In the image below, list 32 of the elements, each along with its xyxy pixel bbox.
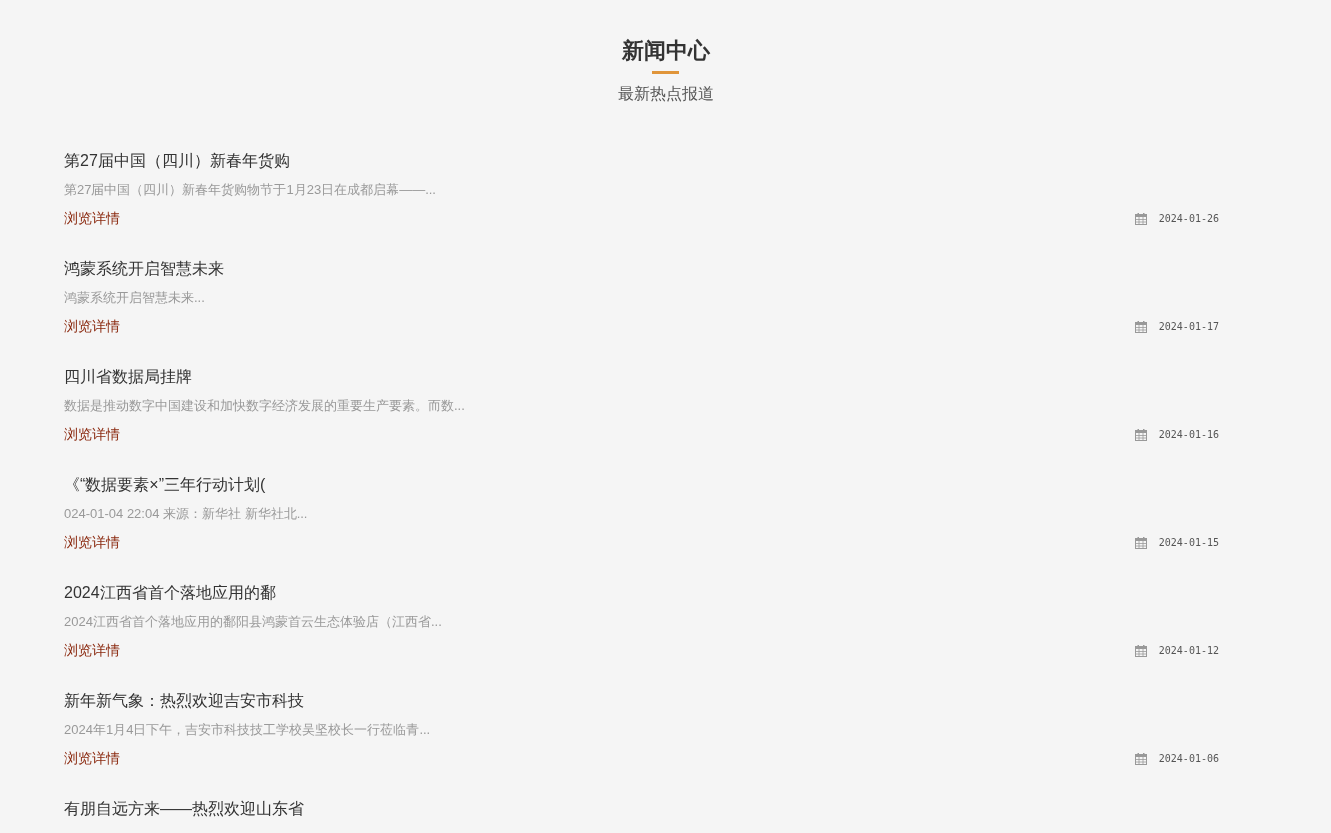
news-date: 2024-01-16 [1158,428,1219,442]
view-details-link[interactable]: 浏览详情 [64,424,120,445]
news-title[interactable]: 《“数据要素×”三年行动计划( [64,470,1219,499]
view-details-link[interactable]: 浏览详情 [64,208,120,229]
news-summary: 数据是推动数字中国建设和加快数字经济发展的重要生产要素。而数... [64,397,466,415]
section-title: 新闻中心 [621,37,710,65]
news-date: 2024-01-26 [1158,212,1219,226]
news-title[interactable]: 四川省数据局挂牌 [64,362,1219,391]
view-details-link[interactable]: 浏览详情 [64,640,120,661]
calendar-icon [1134,428,1147,441]
calendar-icon [1134,644,1147,657]
news-title[interactable]: 第27届中国（四川）新春年货购 [64,146,1219,175]
news-date: 2024-01-06 [1158,752,1219,766]
calendar-icon [1134,536,1147,549]
view-details-link[interactable]: 浏览详情 [64,316,120,337]
calendar-icon [1134,320,1147,333]
view-details-link[interactable]: 浏览详情 [64,532,120,553]
news-title[interactable]: 有朋自远方来——热烈欢迎山东省 [64,794,1219,823]
news-date: 2024-01-15 [1158,536,1219,550]
news-date: 2024-01-12 [1158,644,1219,658]
calendar-icon [1134,212,1147,225]
news-title[interactable]: 鸿蒙系统开启智慧未来 [64,254,1219,283]
view-details-link[interactable]: 浏览详情 [64,748,120,769]
news-summary: 鸿蒙系统开启智慧未来... [64,289,206,307]
news-summary: 024-01-04 22:04 来源：新华社 新华社北... [64,505,309,523]
news-date: 2024-01-17 [1158,320,1219,334]
news-title[interactable]: 2024江西省首个落地应用的鄱 [64,578,1219,607]
news-summary: 第27届中国（四川）新春年货购物节于1月23日在成都启幕——... [64,181,437,199]
news-title[interactable]: 新年新气象：热烈欢迎吉安市科技 [64,686,1219,715]
news-summary: 2024江西省首个落地应用的鄱阳县鸿蒙首云生态体验店（江西省... [64,613,443,631]
section-subtitle: 最新热点报道 [617,84,714,104]
calendar-icon [1134,752,1147,765]
